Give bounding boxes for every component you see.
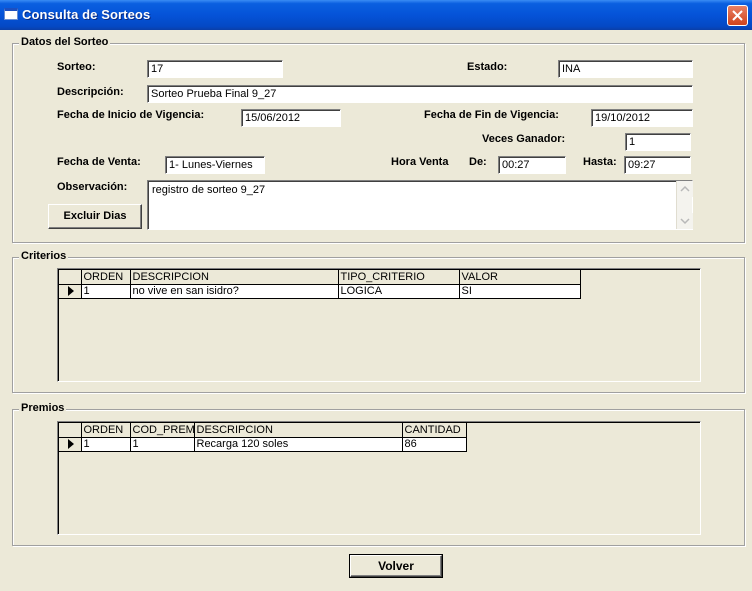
observacion-text: registro de sorteo 9_27	[152, 184, 266, 196]
datos-sorteo-group: Datos del Sorteo Sorteo: 17 Estado: INA …	[12, 36, 745, 243]
close-button[interactable]	[727, 5, 748, 26]
premios-grid[interactable]: ORDEN COD_PREMIO DESCRIPCION CANTIDAD 1 …	[57, 421, 701, 535]
row-selector[interactable]	[59, 284, 82, 299]
descripcion-label: Descripción:	[57, 86, 124, 98]
row-pointer-icon	[68, 439, 74, 449]
volver-label: Volver	[378, 559, 414, 573]
criterios-table: ORDEN DESCRIPCION TIPO_CRITERIO VALOR 1 …	[59, 270, 581, 299]
premios-col-orden[interactable]: ORDEN	[81, 423, 131, 438]
datos-sorteo-legend: Datos del Sorteo	[19, 36, 111, 48]
estado-field[interactable]: INA	[558, 60, 693, 78]
fecha-fin-field[interactable]: 19/10/2012	[591, 109, 693, 127]
criterios-col-valor[interactable]: VALOR	[459, 270, 581, 285]
observacion-label: Observación:	[57, 181, 128, 193]
sorteo-label: Sorteo:	[57, 61, 96, 73]
premios-header-row: ORDEN COD_PREMIO DESCRIPCION CANTIDAD	[59, 423, 467, 438]
premios-col-descripcion[interactable]: DESCRIPCION	[194, 423, 403, 438]
premios-legend: Premios	[19, 402, 67, 414]
premios-table: ORDEN COD_PREMIO DESCRIPCION CANTIDAD 1 …	[59, 423, 467, 452]
premios-col-cantidad[interactable]: CANTIDAD	[402, 423, 467, 438]
fecha-venta-field[interactable]: 1- Lunes-Viernes	[165, 156, 265, 174]
excluir-dias-button[interactable]: Excluir Dias	[48, 204, 142, 229]
table-row[interactable]: 1 no vive en san isidro? LOGICA SI	[59, 284, 581, 299]
consulta-sorteos-window: Consulta de Sorteos Datos del Sorteo Sor…	[0, 0, 752, 591]
fecha-inicio-field[interactable]: 15/06/2012	[241, 109, 341, 127]
criterios-header-row: ORDEN DESCRIPCION TIPO_CRITERIO VALOR	[59, 270, 581, 285]
window-icon	[4, 8, 18, 20]
hasta-field[interactable]: 09:27	[624, 156, 691, 174]
criterios-col-descripcion[interactable]: DESCRIPCION	[130, 270, 339, 285]
veces-ganador-label: Veces Ganador:	[482, 133, 566, 145]
fecha-inicio-label: Fecha de Inicio de Vigencia:	[57, 109, 205, 121]
criterios-group: Criterios ORDEN DESCRIPCION TIPO_CRITERI…	[12, 250, 745, 393]
fecha-venta-label: Fecha de Venta:	[57, 156, 141, 168]
observacion-textarea[interactable]: registro de sorteo 9_27	[147, 180, 693, 230]
row-selector[interactable]	[59, 437, 82, 452]
hasta-label: Hasta:	[583, 156, 617, 168]
close-icon	[732, 10, 743, 21]
scroll-down-button[interactable]	[677, 213, 693, 229]
fecha-fin-label: Fecha de Fin de Vigencia:	[424, 109, 559, 121]
estado-label: Estado:	[467, 61, 508, 73]
de-field[interactable]: 00:27	[498, 156, 566, 174]
descripcion-field[interactable]: Sorteo Prueba Final 9_27	[147, 85, 693, 103]
scroll-up-icon	[680, 185, 690, 192]
premios-corner	[59, 423, 82, 438]
scroll-down-icon	[680, 218, 690, 225]
criterios-cell-valor[interactable]: SI	[459, 284, 581, 299]
scroll-up-button[interactable]	[677, 181, 693, 197]
criterios-cell-tipo-criterio[interactable]: LOGICA	[338, 284, 460, 299]
criterios-cell-descripcion[interactable]: no vive en san isidro?	[130, 284, 339, 299]
premios-cell-descripcion[interactable]: Recarga 120 soles	[194, 437, 403, 452]
criterios-grid[interactable]: ORDEN DESCRIPCION TIPO_CRITERIO VALOR 1 …	[57, 268, 701, 382]
table-row[interactable]: 1 1 Recarga 120 soles 86	[59, 437, 467, 452]
premios-col-cod-premio[interactable]: COD_PREMIO	[130, 423, 195, 438]
observacion-scrollbar[interactable]	[676, 181, 693, 229]
premios-group: Premios ORDEN COD_PREMIO DESCRIPCION CAN…	[12, 402, 745, 546]
criterios-legend: Criterios	[19, 250, 69, 262]
premios-cell-cantidad[interactable]: 86	[402, 437, 467, 452]
premios-cell-orden[interactable]: 1	[81, 437, 131, 452]
sorteo-field[interactable]: 17	[147, 60, 283, 78]
criterios-col-tipo-criterio[interactable]: TIPO_CRITERIO	[338, 270, 460, 285]
criterios-col-orden[interactable]: ORDEN	[81, 270, 131, 285]
volver-button[interactable]: Volver	[349, 554, 443, 578]
veces-ganador-field[interactable]: 1	[625, 133, 691, 151]
title-bar[interactable]: Consulta de Sorteos	[0, 0, 752, 30]
criterios-cell-orden[interactable]: 1	[81, 284, 131, 299]
de-label: De:	[469, 156, 487, 168]
criterios-corner	[59, 270, 82, 285]
row-pointer-icon	[68, 286, 74, 296]
excluir-dias-label: Excluir Dias	[63, 210, 127, 222]
window-title: Consulta de Sorteos	[22, 7, 151, 22]
dialog-client: Datos del Sorteo Sorteo: 17 Estado: INA …	[3, 30, 749, 588]
hora-venta-label: Hora Venta	[391, 156, 449, 168]
premios-cell-cod-premio[interactable]: 1	[130, 437, 195, 452]
